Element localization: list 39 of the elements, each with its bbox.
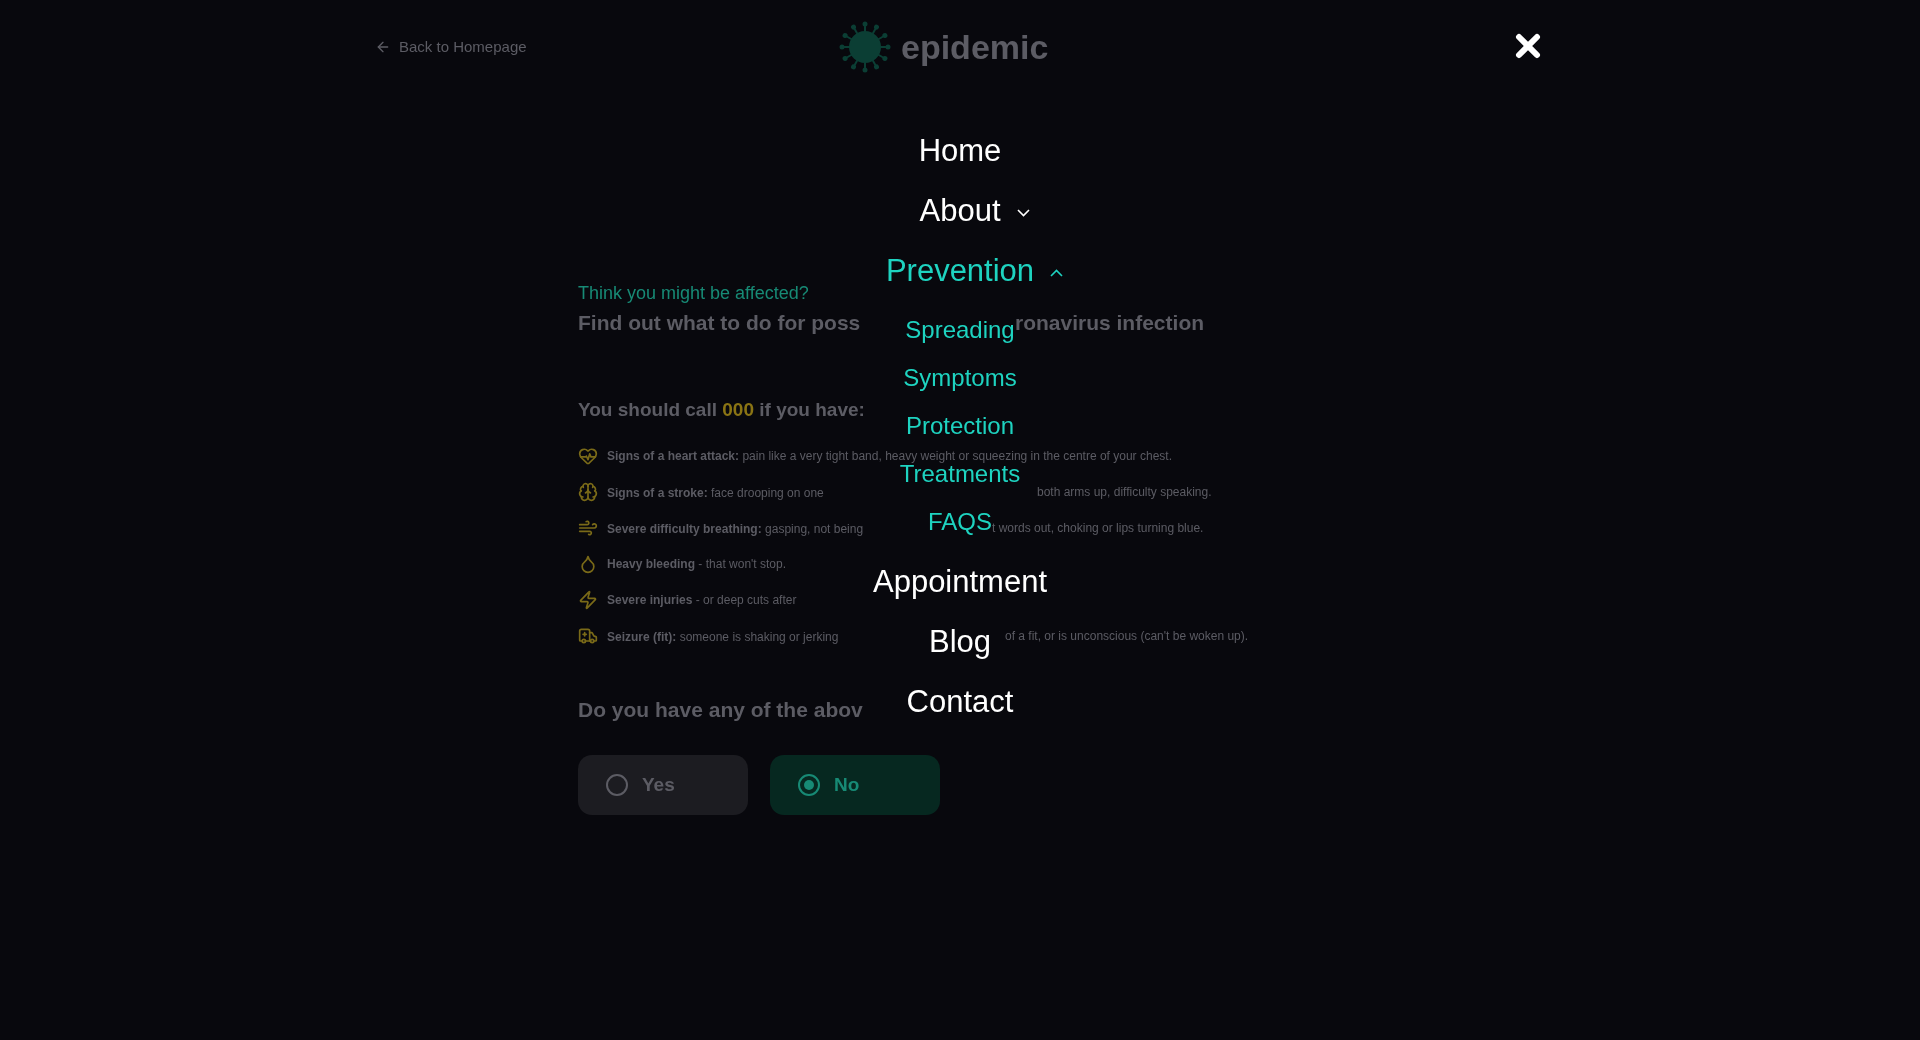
symptom-text: of a fit, or is unconscious (can't be woken up).: [1005, 628, 1249, 645]
heart-pulse-icon: [578, 446, 598, 466]
ambulance-icon: [578, 626, 598, 646]
chevron-down-icon: [1016, 208, 1030, 217]
submenu-item[interactable]: FAQS: [927, 510, 992, 534]
symptom-text: Severe injuries - or deep cuts after: [607, 592, 797, 609]
radio-icon: [798, 774, 820, 796]
droplet-icon: [578, 554, 598, 574]
menu-item[interactable]: About: [919, 194, 1001, 226]
radio-icon: [606, 774, 628, 796]
submenu-item[interactable]: Symptoms: [903, 366, 1017, 390]
virus-logo-icon: [837, 19, 893, 75]
symptom-text: Seizure (fit): someone is shaking or jerking: [607, 630, 839, 644]
submenu-item[interactable]: Treatments: [899, 462, 1021, 486]
symptom-text: both arms up, difficulty speaking.: [1037, 484, 1212, 501]
menu-item[interactable]: Appointment: [872, 565, 1048, 597]
arrow-left-icon: [375, 39, 391, 55]
symptom-text: Heavy bleeding - that won't stop.: [607, 556, 787, 573]
menu-item[interactable]: Contact: [906, 685, 1014, 717]
page-heading: ronavirus infection: [1015, 310, 1205, 337]
brain-icon: [578, 482, 598, 502]
submenu-item[interactable]: Spreading: [905, 318, 1015, 342]
submenu-item[interactable]: Protection: [905, 414, 1014, 438]
question-heading: Do you have any of the abov: [578, 697, 863, 721]
symptom-text: t words out, choking or lips turning blue.: [992, 521, 1204, 537]
call-instruction: You should call 000 if you have:: [578, 399, 865, 420]
wind-icon: [578, 518, 598, 538]
answer-option[interactable]: No: [770, 755, 940, 815]
menu-item[interactable]: Home: [918, 134, 1002, 166]
menu-item[interactable]: Blog: [928, 625, 991, 657]
lightning-icon: [578, 590, 598, 610]
page-heading: Find out what to do for poss: [578, 311, 861, 335]
menu-item[interactable]: Prevention: [885, 254, 1035, 286]
symptom-text: Signs of a heart attack: pain like a very tight band, heavy weight or squeezing in the centre of your chest.: [607, 448, 1172, 465]
logo-text: epidemic: [901, 26, 1049, 68]
symptom-text: Signs of a stroke: face drooping on one: [607, 486, 824, 500]
symptom-text: Severe difficulty breathing: gasping, not being: [607, 522, 864, 536]
chevron-up-icon: [1050, 268, 1064, 277]
kicker-text: Think you might be affected?: [578, 283, 809, 303]
